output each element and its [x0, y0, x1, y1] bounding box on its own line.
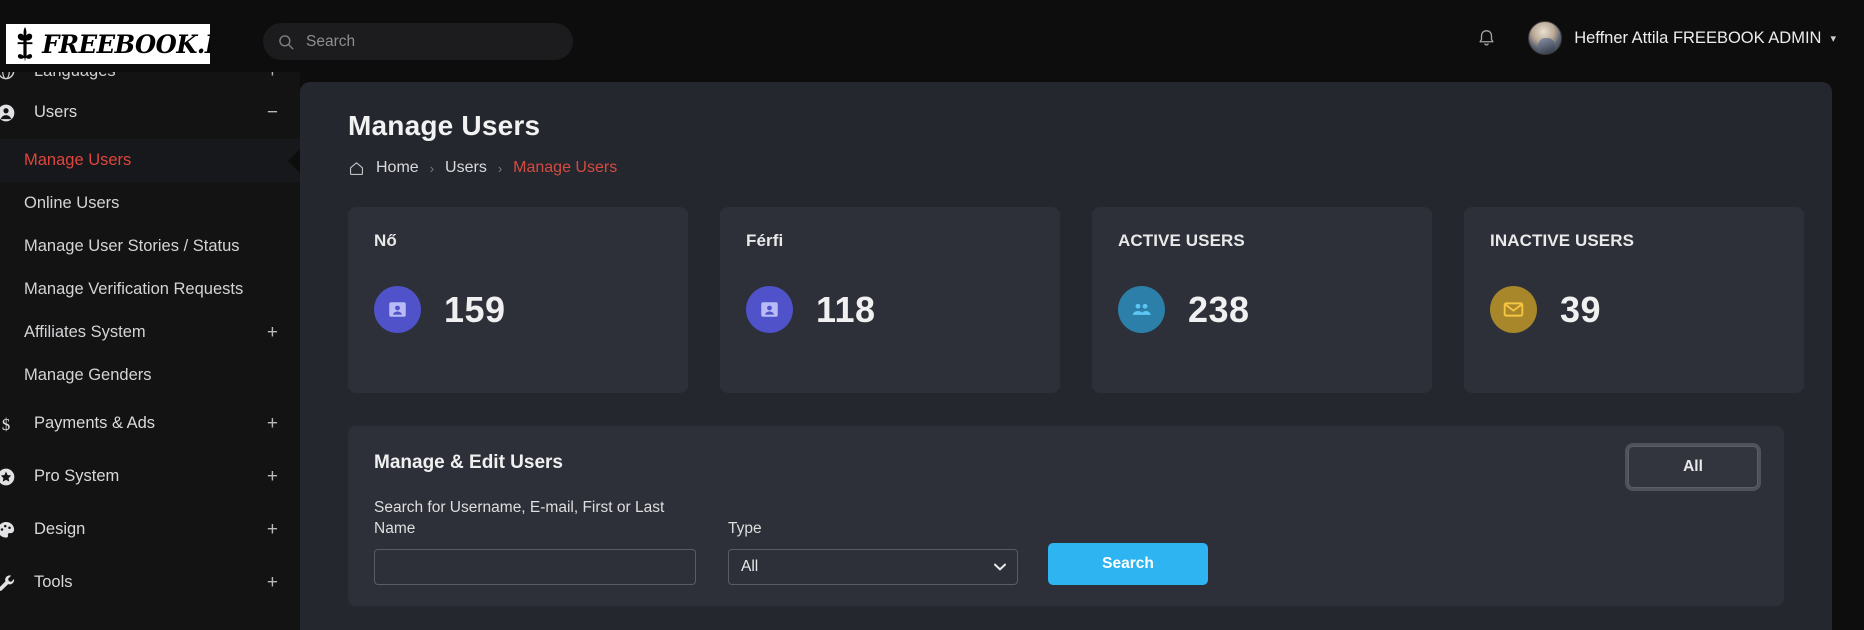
header-right-cluster: Heffner Attila FREEBOOK ADMIN ▾: [1466, 18, 1836, 58]
contact-card-icon: [746, 286, 793, 333]
svg-text:$: $: [2, 414, 10, 433]
username-label: Heffner Attila FREEBOOK ADMIN: [1574, 28, 1822, 47]
stat-card-value: 118: [816, 288, 876, 330]
user-circle-icon: [0, 103, 22, 123]
stat-card-body: 39: [1490, 286, 1778, 333]
sidebar-item-pro-system[interactable]: Pro System +: [0, 450, 300, 503]
expand-plus-icon[interactable]: +: [267, 520, 278, 539]
sidebar-item-manage-genders[interactable]: Manage Genders: [0, 354, 300, 397]
user-search-form: Search for Username, E-mail, First or La…: [374, 498, 1758, 585]
stat-card-active-users: ACTIVE USERS 238: [1092, 207, 1432, 393]
sidebar-item-design[interactable]: Design +: [0, 503, 300, 556]
sidebar-nav: Languages + Users − Manage Users Online …: [0, 72, 300, 630]
globe-icon: [0, 72, 22, 81]
sidebar-item-label: Tools: [34, 573, 73, 591]
stat-card-label: Nő: [374, 231, 397, 250]
home-icon: [349, 161, 364, 175]
wrench-icon: [0, 573, 22, 593]
manage-edit-users-panel: Manage & Edit Users All Search for Usern…: [348, 426, 1784, 606]
sidebar-item-tools[interactable]: Tools +: [0, 556, 300, 609]
sidebar-item-manage-users[interactable]: Manage Users: [0, 139, 300, 182]
stat-card-label: INACTIVE USERS: [1490, 231, 1635, 250]
site-logo[interactable]: FREEBOOK.HU: [6, 24, 210, 64]
top-header-bar: FREEBOOK.HU Heffner Attila FREEBOOK ADMI…: [0, 0, 1864, 72]
breadcrumb-separator-icon: ›: [497, 160, 503, 176]
sidebar-item-languages[interactable]: Languages +: [0, 72, 300, 86]
manage-panel-title: Manage & Edit Users: [374, 452, 563, 473]
star-badge-icon: [0, 467, 22, 487]
search-input[interactable]: [306, 32, 559, 51]
breadcrumb-item-current: Manage Users: [513, 159, 618, 176]
type-field-label: Type: [728, 519, 762, 537]
people-group-icon: [1118, 286, 1165, 333]
page-title: Manage Users: [348, 110, 541, 141]
sidebar-item-label: Users: [34, 103, 78, 121]
stat-card-body: 118: [746, 286, 1034, 333]
stat-card-female: Nő 159: [348, 207, 688, 393]
stat-cards-row: Nő 159 Férfi 118 ACTIVE USERS 238 INACTI…: [348, 207, 1832, 393]
global-search-box[interactable]: [263, 23, 573, 60]
search-submit-button[interactable]: Search: [1048, 542, 1208, 585]
type-select-wrapper: All: [728, 548, 1018, 585]
stat-card-value: 238: [1188, 288, 1250, 330]
main-content-panel: Manage Users Home › Users › Manage Users…: [300, 82, 1832, 630]
contact-card-icon: [374, 286, 421, 333]
bell-icon: [1479, 29, 1494, 46]
all-filter-button[interactable]: All: [1628, 446, 1758, 488]
stat-card-label: Férfi: [746, 231, 784, 250]
logo-text: FREEBOOK.HU: [42, 29, 210, 59]
dollar-icon: $: [0, 414, 22, 434]
sidebar-item-label: Manage Verification Requests: [24, 280, 244, 298]
sidebar-item-online-users[interactable]: Online Users: [0, 182, 300, 225]
stat-card-value: 159: [444, 288, 506, 330]
sidebar-item-label: Manage Genders: [24, 366, 152, 384]
envelope-icon: [1490, 286, 1537, 333]
admin-page-root: FREEBOOK.HU Heffner Attila FREEBOOK ADMI…: [0, 0, 1864, 630]
expand-plus-icon[interactable]: +: [267, 72, 278, 81]
sidebar-item-manage-user-stories[interactable]: Manage User Stories / Status: [0, 225, 300, 268]
search-icon: [279, 34, 294, 49]
breadcrumb: Home › Users › Manage Users: [348, 159, 1832, 177]
sidebar-item-label: Design: [34, 520, 86, 538]
stat-card-label: ACTIVE USERS: [1118, 231, 1245, 250]
fleur-de-lis-icon: [17, 27, 33, 62]
sidebar-item-label: Manage Users: [24, 151, 132, 169]
sidebar-item-label: Manage User Stories / Status: [24, 237, 240, 255]
search-input[interactable]: [374, 548, 696, 585]
collapse-minus-icon[interactable]: −: [267, 103, 278, 122]
search-field-label: Search for Username, E-mail, First or La…: [374, 499, 665, 537]
avatar: [1528, 21, 1563, 55]
sidebar-item-manage-verification-requests[interactable]: Manage Verification Requests: [0, 268, 300, 311]
expand-plus-icon[interactable]: +: [267, 467, 278, 486]
stat-card-value: 39: [1560, 288, 1602, 330]
breadcrumb-separator-icon: ›: [429, 160, 435, 176]
expand-plus-icon[interactable]: +: [267, 573, 278, 592]
notifications-button[interactable]: [1466, 18, 1506, 58]
sidebar-item-payments-and-ads[interactable]: $ Payments & Ads +: [0, 397, 300, 450]
type-field-group: Type All: [728, 519, 1018, 585]
breadcrumb-item-users[interactable]: Users: [445, 159, 487, 177]
stat-card-body: 238: [1118, 286, 1406, 333]
sidebar-item-label: Pro System: [34, 467, 120, 485]
palette-icon: [0, 520, 22, 540]
expand-plus-icon[interactable]: +: [267, 414, 278, 433]
search-field-group: Search for Username, E-mail, First or La…: [374, 498, 696, 585]
breadcrumb-item-home[interactable]: Home: [376, 159, 419, 177]
sidebar-item-label: Affiliates System: [24, 323, 146, 341]
sidebar-item-label: Languages: [34, 72, 116, 81]
chevron-down-icon: ▾: [1830, 32, 1836, 45]
expand-plus-icon[interactable]: +: [267, 323, 278, 342]
type-select[interactable]: All: [728, 548, 1018, 585]
stat-card-body: 159: [374, 286, 662, 333]
user-account-menu[interactable]: Heffner Attila FREEBOOK ADMIN ▾: [1528, 21, 1836, 55]
stat-card-male: Férfi 118: [720, 207, 1060, 393]
sidebar-item-affiliates-system[interactable]: Affiliates System +: [0, 311, 300, 354]
sidebar-item-users[interactable]: Users −: [0, 86, 300, 139]
sidebar-item-label: Online Users: [24, 194, 120, 212]
sidebar-item-label: Payments & Ads: [34, 414, 156, 432]
stat-card-inactive-users: INACTIVE USERS 39: [1464, 207, 1804, 393]
